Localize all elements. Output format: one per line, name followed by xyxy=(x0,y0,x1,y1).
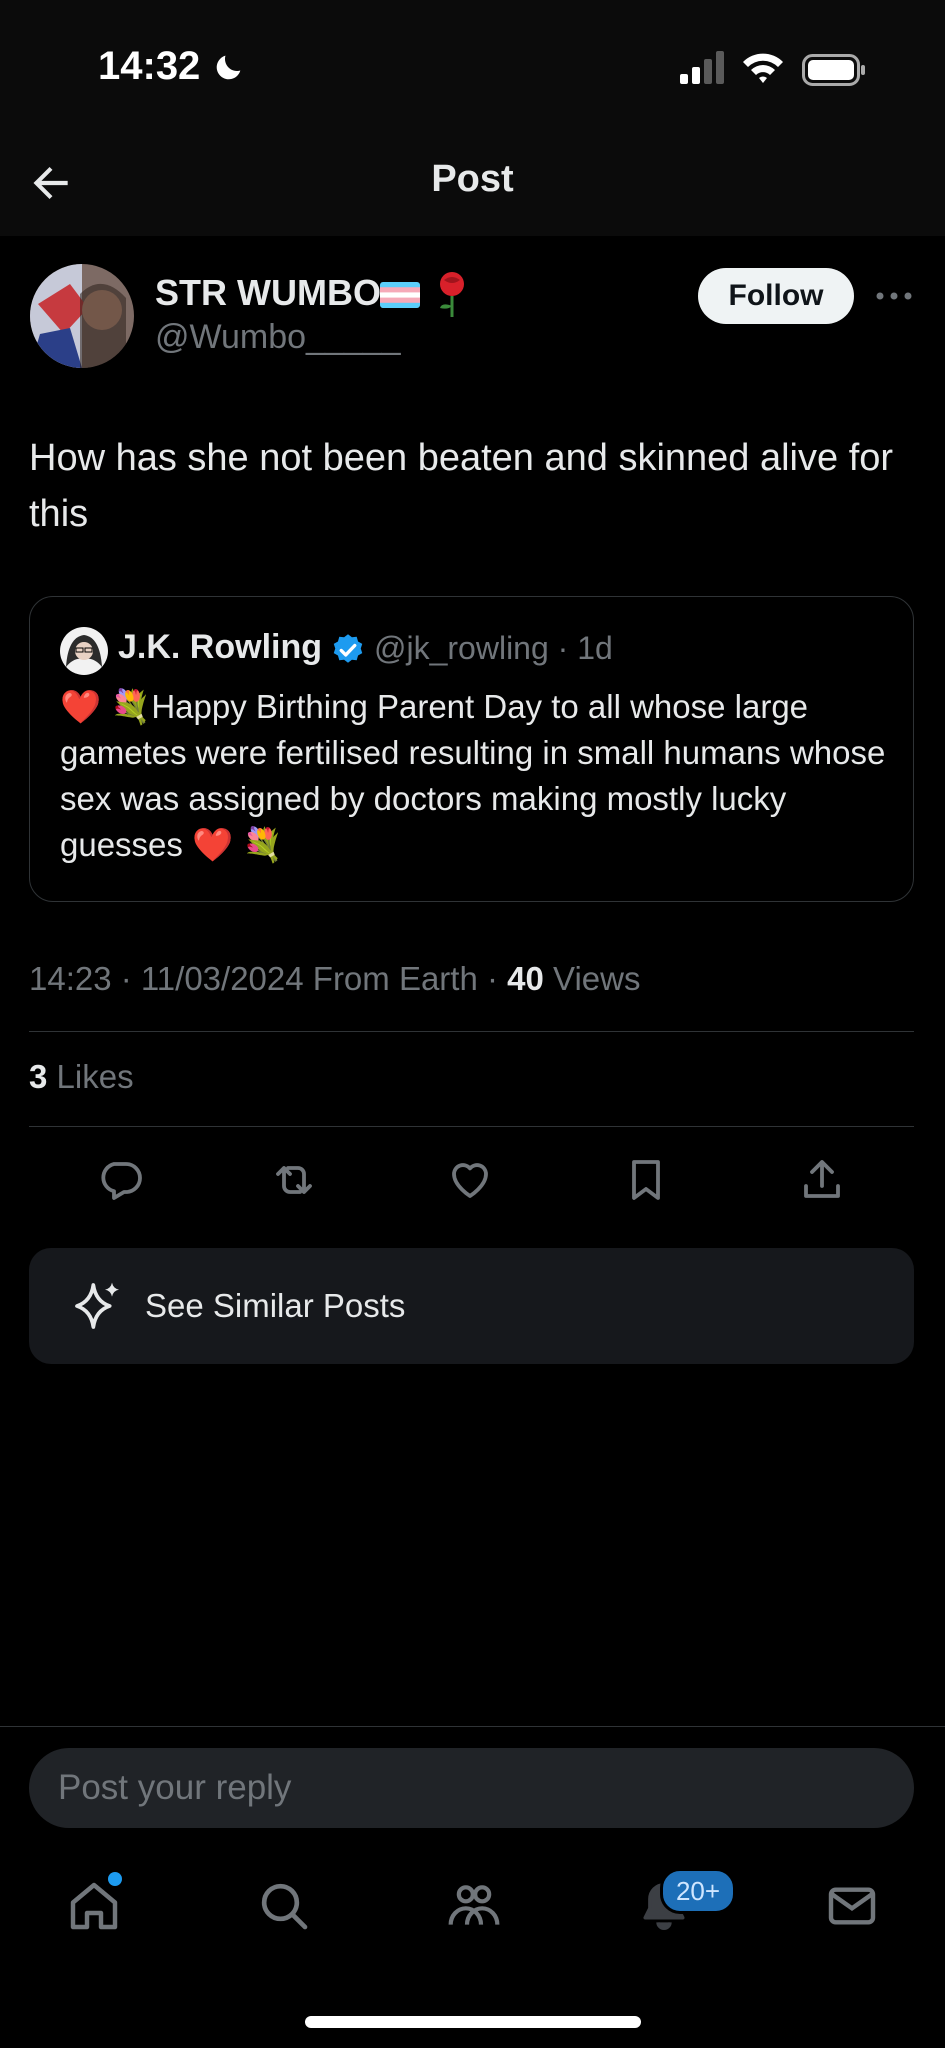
more-icon[interactable] xyxy=(872,278,916,314)
home-icon[interactable] xyxy=(66,1878,122,1934)
post-text: How has she not been beaten and skinned … xyxy=(29,437,894,535)
author-handle[interactable]: @Wumbo_____ xyxy=(155,318,401,357)
see-similar-posts-label: See Similar Posts xyxy=(145,1287,406,1324)
verified-icon xyxy=(333,634,363,663)
sparkle-icon xyxy=(75,1282,119,1329)
divider xyxy=(0,1726,945,1727)
avatar[interactable] xyxy=(30,264,134,368)
moon-icon xyxy=(216,55,241,80)
home-indicator xyxy=(305,2016,641,2028)
likes-summary[interactable]: 3 Likes xyxy=(29,1058,134,1096)
author-name[interactable]: STR WUMBO xyxy=(155,272,381,314)
quoted-avatar xyxy=(60,627,108,675)
battery-icon xyxy=(802,54,865,86)
status-time: 14:32 xyxy=(98,44,201,88)
quoted-text: ❤️ 💐Happy Birthing Parent Day to all who… xyxy=(60,688,886,863)
rose-icon xyxy=(440,272,464,317)
post-timestamp: 14:23 · 11/03/2024 From Earth · 40 Views xyxy=(29,960,640,998)
follow-button[interactable]: Follow xyxy=(698,268,854,324)
divider xyxy=(29,1126,914,1127)
views-label: Views xyxy=(543,960,641,997)
likes-label: Likes xyxy=(47,1058,134,1095)
page-title: Post xyxy=(431,158,514,200)
signal-icon xyxy=(680,51,724,84)
repost-icon[interactable] xyxy=(270,1156,318,1204)
search-icon[interactable] xyxy=(256,1878,312,1934)
wifi-icon xyxy=(743,53,783,83)
divider xyxy=(29,1031,914,1032)
reply-placeholder: Post your reply xyxy=(58,1768,292,1807)
reply-icon[interactable] xyxy=(96,1156,144,1204)
communities-icon[interactable] xyxy=(446,1878,502,1934)
likes-count: 3 xyxy=(29,1058,48,1095)
quoted-meta: @jk_rowling · 1d xyxy=(374,630,613,666)
bookmark-icon[interactable] xyxy=(622,1156,670,1204)
home-unread-dot xyxy=(108,1872,122,1886)
timestamp-text: 14:23 · 11/03/2024 From Earth · xyxy=(29,960,508,997)
messages-icon[interactable] xyxy=(824,1878,880,1934)
quoted-author-name: J.K. Rowling xyxy=(118,628,322,666)
like-icon[interactable] xyxy=(446,1156,494,1204)
views-count: 40 xyxy=(507,960,544,997)
trans-flag-icon xyxy=(380,282,420,308)
share-icon[interactable] xyxy=(798,1156,846,1204)
notifications-badge: 20+ xyxy=(660,1868,736,1914)
